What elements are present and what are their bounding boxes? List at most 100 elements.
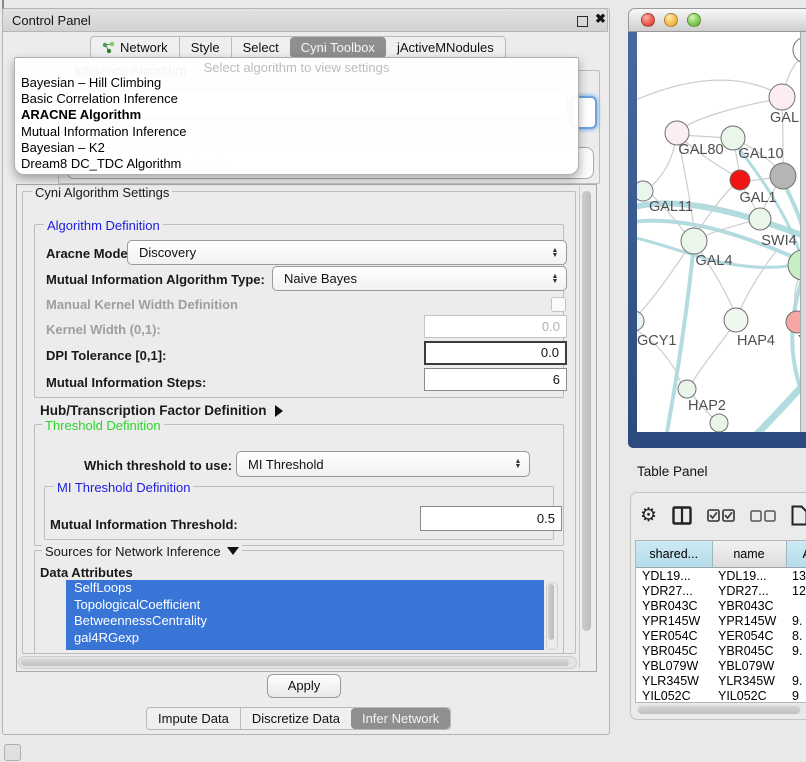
tab-jactivemnodules[interactable]: jActiveMNodules (386, 37, 505, 58)
table-cell[interactable]: YBR045C (712, 643, 786, 658)
document-icon[interactable] (791, 505, 806, 526)
network-edge[interactable] (639, 250, 687, 314)
table-cell[interactable]: YDR27... (636, 583, 712, 598)
table-cell[interactable] (786, 598, 806, 613)
close-traffic-light[interactable] (641, 13, 655, 27)
algorithm-option[interactable]: Basic Correlation Inference (15, 91, 578, 107)
column-header[interactable]: name (712, 541, 786, 568)
table-cell[interactable]: YIL052C (636, 688, 712, 703)
column-header[interactable]: A (786, 541, 806, 568)
table-cell[interactable]: YER054C (712, 628, 786, 643)
table-cell[interactable]: YDL19... (712, 568, 786, 584)
columns-icon[interactable] (672, 506, 692, 525)
network-canvas[interactable]: GALGAL80GAL10GAL1GAL11SWI4GAL4GCY1HAP4YH… (637, 32, 800, 432)
manual-kernel-checkbox[interactable] (551, 297, 566, 312)
attribute-item[interactable]: SelfLoops (66, 580, 544, 597)
mi-type-combo[interactable]: Naive Bayes ▲▼ (272, 266, 567, 291)
algorithm-option[interactable]: Bayesian – Hill Climbing (15, 75, 578, 91)
unchecked-pair-icon[interactable] (750, 510, 776, 522)
attribute-item[interactable]: BetweennessCentrality (66, 613, 544, 630)
network-edge[interactable] (637, 80, 779, 102)
table-cell[interactable]: YIL052C (712, 688, 786, 703)
table-cell[interactable]: 9. (786, 613, 806, 628)
table-row[interactable]: YPR145WYPR145W9. (636, 613, 806, 628)
settings-vscrollbar[interactable] (579, 186, 594, 668)
tab-impute-data[interactable]: Impute Data (147, 708, 240, 729)
network-node[interactable] (678, 380, 696, 398)
close-icon[interactable]: ✖ (595, 11, 606, 27)
sources-group-toggle[interactable]: Sources for Network Inference (42, 544, 242, 559)
network-node[interactable] (681, 228, 707, 254)
network-edge[interactable] (649, 138, 676, 188)
table-row[interactable]: YBR043CYBR043C (636, 598, 806, 613)
algorithm-option[interactable]: Dream8 DC_TDC Algorithm (15, 156, 578, 172)
network-node[interactable] (710, 414, 728, 432)
aracne-mode-combo[interactable]: Discovery ▲▼ (127, 240, 567, 265)
table-cell[interactable]: YBR043C (636, 598, 712, 613)
network-node[interactable] (749, 208, 771, 230)
algorithm-option[interactable]: Bayesian – K2 (15, 140, 578, 156)
table-cell[interactable]: 8. (786, 628, 806, 643)
table-cell[interactable]: 13 (786, 568, 806, 584)
algorithm-option[interactable]: Mutual Information Inference (15, 124, 578, 140)
network-node[interactable] (637, 181, 653, 201)
minimize-traffic-light[interactable] (664, 13, 678, 27)
table-cell[interactable]: YBL079W (636, 658, 712, 673)
table-cell[interactable]: YPR145W (636, 613, 712, 628)
tab-network[interactable]: Network (91, 37, 179, 58)
table-header-row[interactable]: shared...nameA (636, 541, 806, 568)
table-cell[interactable]: 9 (786, 688, 806, 703)
which-threshold-combo[interactable]: MI Threshold ▲▼ (236, 451, 530, 477)
table-row[interactable]: YIL052CYIL052C9 (636, 688, 806, 703)
table-cell[interactable]: 9. (786, 673, 806, 688)
network-node[interactable] (793, 37, 800, 63)
network-edge[interactable] (681, 99, 779, 129)
table-row[interactable]: YER054CYER054C8. (636, 628, 806, 643)
table-cell[interactable]: 9. (786, 643, 806, 658)
table-cell[interactable]: YLR345W (636, 673, 712, 688)
network-node[interactable] (730, 170, 750, 190)
attribute-item[interactable]: TopologicalCoefficient (66, 597, 544, 614)
kernel-width-field[interactable]: 0.0 (424, 315, 567, 338)
attributes-scrollbar[interactable] (546, 582, 558, 650)
table-cell[interactable]: 12 (786, 583, 806, 598)
tab-select[interactable]: Select (231, 37, 290, 58)
table-cell[interactable]: YLR345W (712, 673, 786, 688)
hub-definition-toggle[interactable]: Hub/Transcription Factor Definition (40, 403, 283, 418)
table-cell[interactable]: YDL19... (636, 568, 712, 584)
network-node[interactable] (786, 311, 800, 333)
network-edge[interactable] (739, 250, 777, 312)
tab-style[interactable]: Style (179, 37, 231, 58)
settings-hscrollbar[interactable] (18, 656, 577, 669)
tab-cyni-toolbox[interactable]: Cyni Toolbox (290, 37, 386, 58)
algorithm-option[interactable]: ARACNE Algorithm (15, 107, 578, 123)
network-node[interactable] (770, 163, 796, 189)
table-row[interactable]: YLR345WYLR345W9. (636, 673, 806, 688)
control-panel-titlebar[interactable]: Control Panel ✖ (2, 8, 608, 32)
tab-infer-network[interactable]: Infer Network (351, 708, 450, 729)
zoom-traffic-light[interactable] (687, 13, 701, 27)
table-row[interactable]: YDL19...YDL19...13 (636, 568, 806, 584)
table-hscrollbar[interactable] (636, 704, 806, 715)
table-cell[interactable]: YPR145W (712, 613, 786, 628)
network-edge[interactable] (755, 374, 800, 432)
float-window-icon[interactable] (577, 16, 588, 27)
table-row[interactable]: YDR27...YDR27...12 (636, 583, 806, 598)
gear-icon[interactable]: ⚙ (640, 506, 657, 525)
apply-button[interactable]: Apply (267, 674, 341, 698)
node-table[interactable]: shared...nameA YDL19...YDL19...13YDR27..… (635, 540, 806, 703)
table-cell[interactable]: YBR043C (712, 598, 786, 613)
network-node[interactable] (769, 84, 795, 110)
table-cell[interactable]: YER054C (636, 628, 712, 643)
attribute-item[interactable]: gal4RGexp (66, 630, 544, 647)
dock-grip[interactable] (4, 744, 21, 761)
column-header[interactable]: shared... (636, 541, 712, 568)
network-window-titlebar[interactable] (628, 8, 806, 32)
table-cell[interactable]: YBR045C (636, 643, 712, 658)
network-vscrollbar[interactable] (800, 32, 806, 432)
dpi-tolerance-field[interactable]: 0.0 (424, 341, 567, 365)
table-row[interactable]: YBL079WYBL079W (636, 658, 806, 673)
mi-steps-field[interactable]: 6 (424, 368, 567, 391)
network-node[interactable] (637, 311, 644, 331)
mi-threshold-field[interactable]: 0.5 (420, 506, 562, 531)
